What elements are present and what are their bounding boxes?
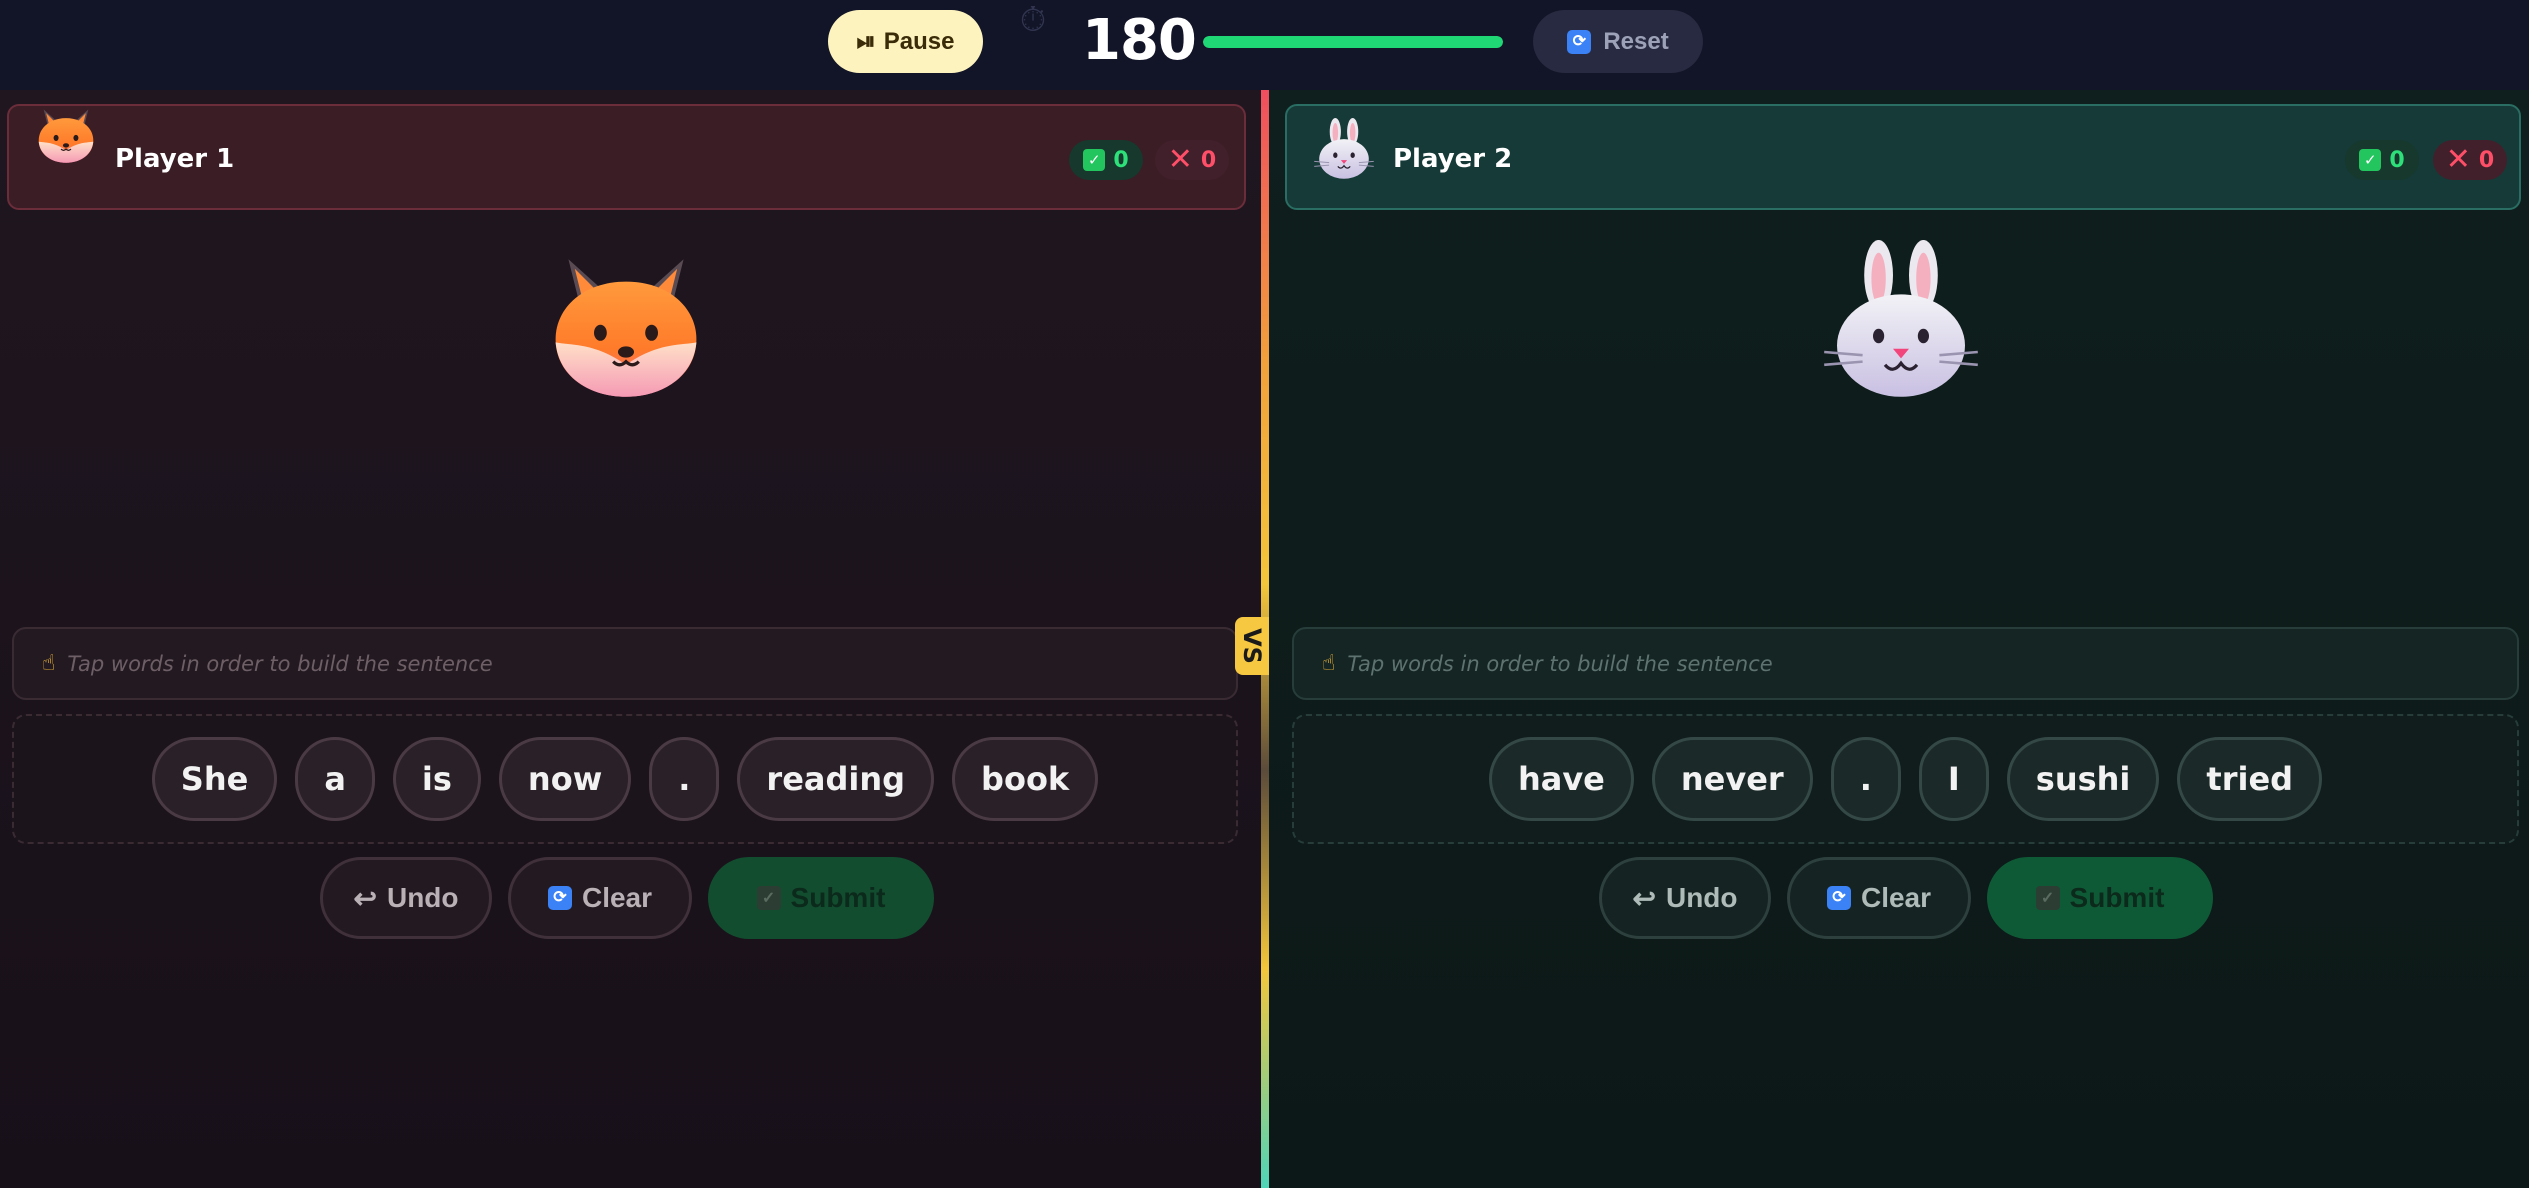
- word-chip[interactable]: reading: [737, 737, 935, 821]
- correct-count: 0: [1113, 147, 1129, 173]
- action-buttons: ↩ Undo ⟳ Clear ✓ Submit: [320, 857, 934, 941]
- cross-icon: ✕: [1167, 142, 1193, 177]
- clear-button[interactable]: ⟳ Clear: [1787, 857, 1971, 939]
- vs-badge: VS: [1235, 617, 1269, 675]
- wrong-count: 0: [2478, 147, 2495, 173]
- word-chip[interactable]: a: [295, 737, 375, 821]
- undo-icon: ↩: [1632, 882, 1656, 914]
- undo-label: Undo: [386, 882, 459, 913]
- sentence-drop-area[interactable]: ☝ Tap words in order to build the senten…: [1292, 627, 2519, 700]
- player-name: Player 1: [115, 144, 235, 174]
- word-chip[interactable]: .: [1830, 737, 1901, 821]
- correct-count-badge: ✓ 0: [1069, 140, 1143, 180]
- play-pause-icon: ⏯: [856, 27, 876, 55]
- check-icon: ✓: [2359, 149, 2382, 171]
- submit-button[interactable]: ✓ Submit: [1987, 857, 2213, 939]
- refresh-icon: ⟳: [1567, 29, 1592, 54]
- wrong-count-badge: ✕ 0: [1155, 140, 1229, 180]
- rabbit-face-icon: [1821, 240, 1981, 400]
- submit-button[interactable]: ✓ Submit: [708, 857, 934, 939]
- action-buttons: ↩ Undo ⟳ Clear ✓ Submit: [1599, 857, 2213, 941]
- word-chip[interactable]: have: [1488, 737, 1634, 821]
- submit-label: Submit: [2069, 882, 2165, 913]
- sentence-drop-area[interactable]: ☝ Tap words in order to build the senten…: [12, 627, 1238, 700]
- timer-value: 180: [1082, 8, 1197, 73]
- undo-label: Undo: [1665, 882, 1738, 913]
- correct-count: 0: [2389, 147, 2405, 173]
- word-chip[interactable]: is: [392, 737, 481, 821]
- undo-button[interactable]: ↩ Undo: [1599, 857, 1771, 939]
- word-chip[interactable]: now: [498, 737, 632, 821]
- undo-icon: ↩: [353, 882, 377, 914]
- player-card: Player 2 ✓ 0 ✕ 0: [1285, 104, 2521, 210]
- top-bar: ⏯ Pause ⏱ 180 ⟳ Reset: [0, 0, 2529, 90]
- check-icon: ✓: [2035, 886, 2060, 910]
- check-icon: ✓: [756, 886, 781, 910]
- word-chip[interactable]: book: [952, 737, 1099, 821]
- pointing-hand-icon: ☝: [42, 651, 56, 676]
- sentence-placeholder: Tap words in order to build the sentence: [1347, 651, 1773, 676]
- clear-button[interactable]: ⟳ Clear: [508, 857, 692, 939]
- rabbit-face-icon: [1313, 118, 1375, 180]
- cross-icon: ✕: [2445, 142, 2471, 177]
- fox-face-icon: [546, 240, 706, 400]
- player-name: Player 2: [1393, 144, 1513, 174]
- wrong-count: 0: [1200, 147, 1217, 173]
- word-chip[interactable]: tried: [2177, 737, 2323, 821]
- clear-label: Clear: [581, 882, 653, 913]
- word-chip[interactable]: never: [1651, 737, 1813, 821]
- vs-label: VS: [1238, 628, 1267, 664]
- fox-face-icon: [35, 102, 97, 164]
- word-chip[interactable]: I: [1918, 737, 1989, 821]
- word-chip[interactable]: sushi: [2006, 737, 2160, 821]
- check-icon: ✓: [1083, 149, 1106, 171]
- pointing-hand-icon: ☝: [1322, 651, 1336, 676]
- timer-progress-fill: [1203, 36, 1503, 48]
- clear-label: Clear: [1860, 882, 1932, 913]
- reset-label: Reset: [1603, 27, 1669, 55]
- stopwatch-icon: ⏱: [1019, 0, 1047, 40]
- wrong-count-badge: ✕ 0: [2433, 140, 2507, 180]
- reset-button[interactable]: ⟳ Reset: [1533, 10, 1703, 73]
- word-chip[interactable]: .: [649, 737, 720, 821]
- timer-progress-bar: [1203, 36, 1503, 48]
- sentence-placeholder: Tap words in order to build the sentence: [67, 651, 493, 676]
- word-bank: have never. Isushi tried: [1292, 714, 2519, 844]
- player-1-panel: Player 1 ✓ 0 ✕ 0 ☝ Tap words in order to…: [0, 90, 1261, 1188]
- pause-label: Pause: [883, 27, 955, 55]
- submit-label: Submit: [790, 882, 886, 913]
- word-bank: She a is now. reading book: [12, 714, 1238, 844]
- player-2-panel: Player 2 ✓ 0 ✕ 0 ☝ Tap words in order to…: [1269, 90, 2529, 1188]
- refresh-icon: ⟳: [547, 886, 572, 910]
- word-chip[interactable]: She: [151, 737, 278, 821]
- correct-count-badge: ✓ 0: [2345, 140, 2419, 180]
- pause-button[interactable]: ⏯ Pause: [828, 10, 983, 73]
- player-card: Player 1 ✓ 0 ✕ 0: [7, 104, 1246, 210]
- undo-button[interactable]: ↩ Undo: [320, 857, 492, 939]
- refresh-icon: ⟳: [1826, 886, 1851, 910]
